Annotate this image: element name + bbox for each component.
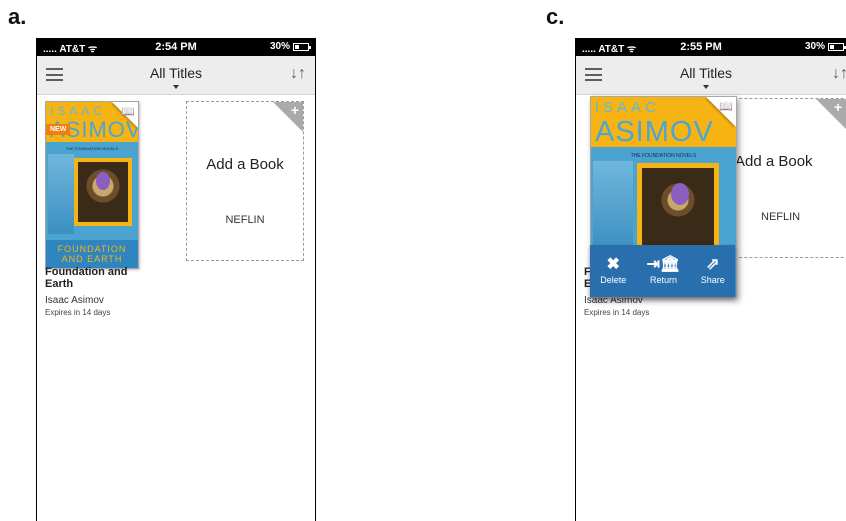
sort-icon[interactable]: ↓↑: [290, 65, 306, 83]
book-title[interactable]: Foundation and Earth: [45, 266, 155, 290]
cover-author-first: ISAAC: [50, 104, 107, 118]
battery-icon: [293, 42, 311, 51]
cover-series: THE FOUNDATION NOVELS: [630, 153, 697, 159]
title-filter-dropdown[interactable]: All Titles: [37, 65, 315, 81]
title-filter-dropdown[interactable]: All Titles: [576, 65, 836, 81]
panel-label-c: c.: [546, 4, 565, 29]
add-book-label: Add a Book: [206, 156, 284, 173]
delete-icon: ✖: [606, 256, 620, 273]
open-book-icon: 📖: [719, 101, 733, 113]
battery-icon: [828, 42, 846, 51]
open-book-icon: 📖: [121, 106, 135, 118]
book-cover[interactable]: ISAAC ASIMOV THE FOUNDATION NOVELS FOUND…: [45, 101, 139, 269]
plus-icon: +: [833, 99, 842, 115]
delete-button[interactable]: ✖ Delete: [600, 256, 626, 286]
chevron-down-icon: [173, 85, 179, 89]
battery-indicator: 30%: [805, 41, 846, 52]
status-bar: ..... AT&T ᯤ 2:55 PM 30%: [576, 38, 846, 56]
library-name: NEFLIN: [761, 211, 801, 223]
share-icon: ⇗: [706, 256, 720, 273]
navigation-bar: All Titles ↓↑: [37, 56, 315, 95]
chevron-down-icon: [703, 85, 709, 89]
share-button[interactable]: ⇗ Share: [701, 256, 725, 286]
sort-icon[interactable]: ↓↑: [832, 65, 846, 83]
expiry-text: Expires in 14 days: [584, 308, 650, 317]
cover-author-first: ISAAC: [595, 99, 661, 116]
phone-screen-a: ..... AT&T ᯤ 2:54 PM 30% All Titles ↓↑ I…: [36, 38, 316, 521]
navigation-bar: All Titles ↓↑: [576, 56, 846, 95]
library-name: NEFLIN: [225, 214, 265, 226]
return-button[interactable]: ⇥🏛 Return: [646, 256, 681, 286]
return-library-icon: ⇥🏛: [646, 256, 681, 273]
book-action-bar: ✖ Delete ⇥🏛 Return ⇗ Share: [590, 245, 735, 297]
clock: 2:55 PM: [680, 41, 722, 53]
new-badge: NEW: [46, 124, 71, 135]
expiry-text: Expires in 14 days: [45, 308, 111, 317]
cover-series: THE FOUNDATION NOVELS: [65, 146, 119, 151]
phone-screen-c: ..... AT&T ᯤ 2:55 PM 30% All Titles ↓↑ +…: [575, 38, 846, 521]
plus-icon: +: [290, 102, 299, 118]
add-book-tile[interactable]: + Add a Book NEFLIN: [186, 101, 304, 261]
book-details: Foundation and Earth Isaac Asimov Expire…: [45, 266, 155, 317]
cover-artwork: [78, 162, 128, 222]
battery-indicator: 30%: [270, 41, 311, 52]
cover-title-line-2: AND EARTH: [61, 254, 123, 264]
cover-author-last: ASIMOV: [595, 116, 714, 148]
book-author: Isaac Asimov: [45, 295, 104, 306]
add-book-tile[interactable]: + Add a Book NEFLIN: [724, 98, 846, 258]
add-book-label: Add a Book: [735, 153, 813, 170]
panel-label-a: a.: [8, 4, 27, 29]
cover-artwork: [642, 168, 714, 248]
status-bar: ..... AT&T ᯤ 2:54 PM 30%: [37, 38, 315, 56]
cover-title-line-1: FOUNDATION: [57, 244, 127, 254]
